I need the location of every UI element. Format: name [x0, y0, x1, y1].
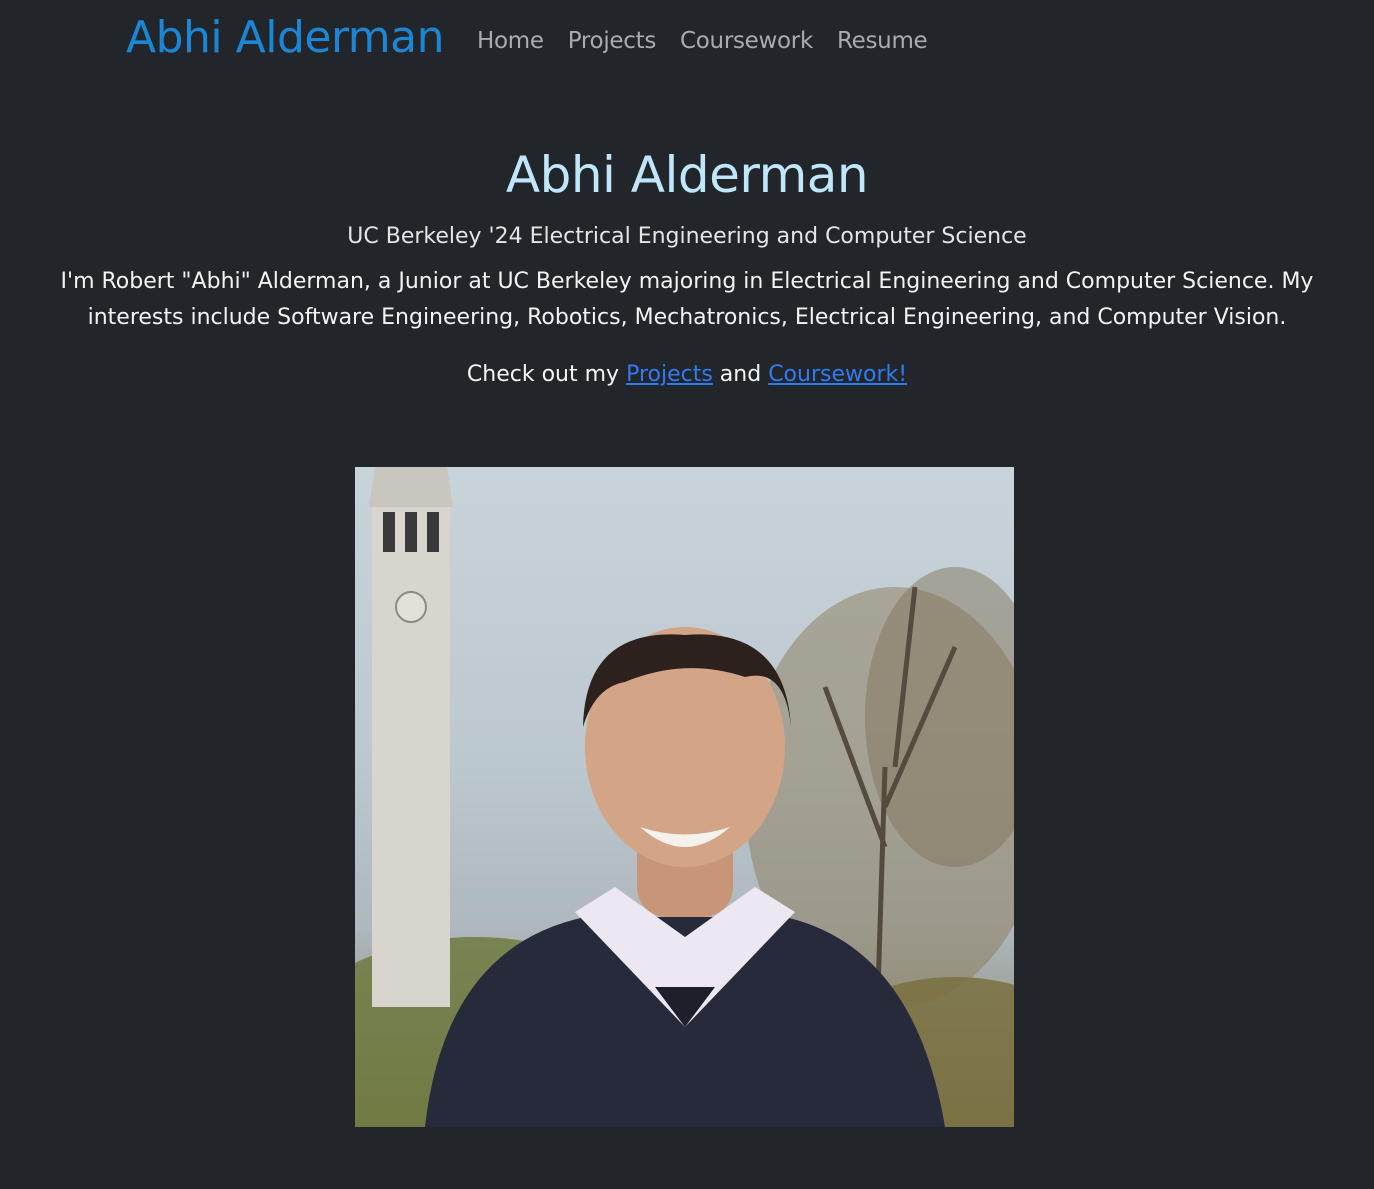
cta-paragraph: Check out my Projects and Coursework! [0, 362, 1374, 387]
cta-prefix: Check out my [466, 362, 627, 387]
cta-middle: and [712, 362, 769, 387]
profile-photo [355, 467, 1014, 1127]
tower-illustration [369, 467, 453, 1007]
nav-projects-link[interactable]: Projects [568, 28, 657, 54]
bio-paragraph: I'm Robert "Abhi" Alderman, a Junior at … [60, 269, 1314, 330]
page-subtitle: UC Berkeley '24 Electrical Engineering a… [347, 224, 1027, 249]
nav-links: Home Projects Coursework Resume [477, 28, 928, 54]
page-title: Abhi Alderman [505, 146, 869, 204]
nav-coursework-link[interactable]: Coursework [680, 28, 813, 54]
brand-link[interactable]: Abhi Alderman [126, 12, 444, 63]
nav-resume-link[interactable]: Resume [837, 28, 928, 54]
nav-home-link[interactable]: Home [477, 28, 544, 54]
profile-photo-illustration [355, 467, 1014, 1127]
top-nav: Abhi Alderman Home Projects Coursework R… [0, 0, 1374, 88]
projects-link[interactable]: Projects [626, 362, 713, 387]
coursework-link[interactable]: Coursework! [768, 362, 907, 387]
